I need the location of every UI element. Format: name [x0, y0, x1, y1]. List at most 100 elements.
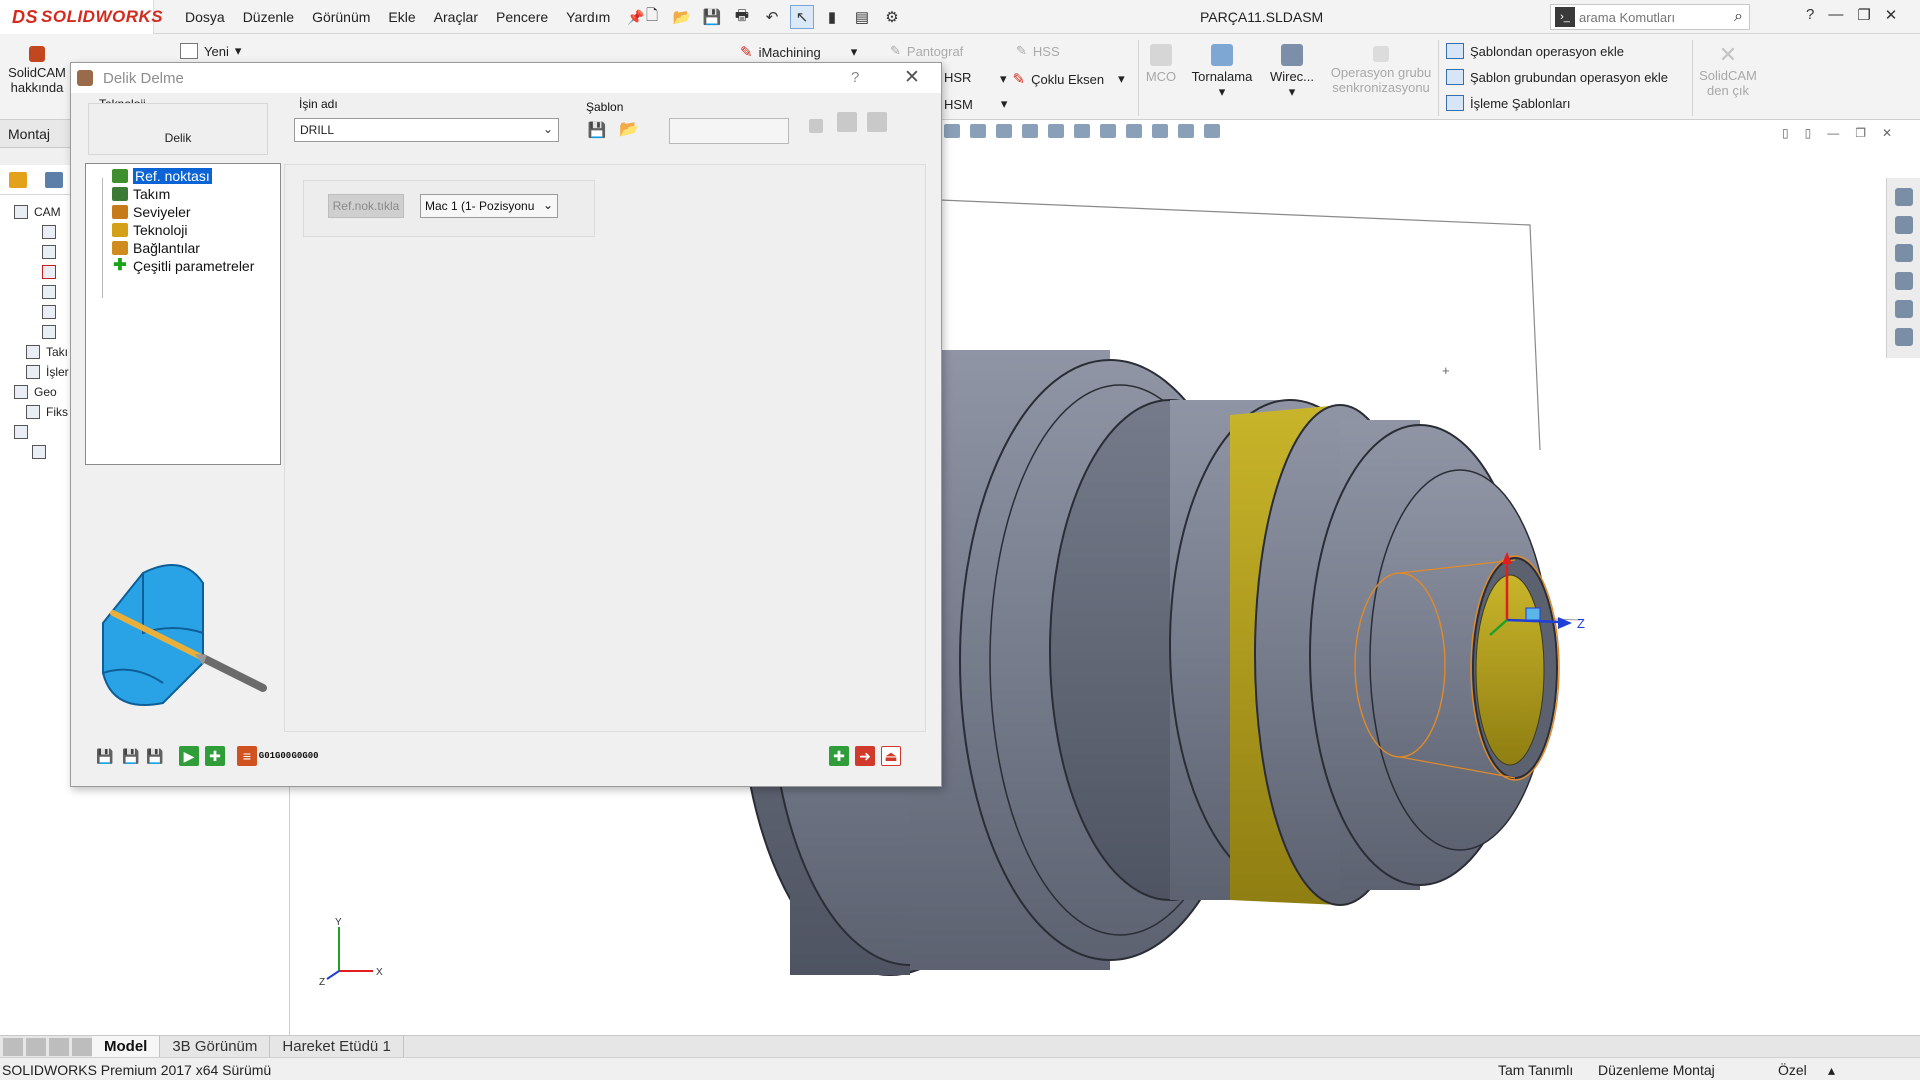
tree-item-tool[interactable]: Takım: [112, 185, 170, 203]
tree-item-misc-params[interactable]: ✚ Çeşitli parametreler: [112, 257, 254, 275]
tab-nav-prev-icon[interactable]: [26, 1037, 46, 1056]
appearances-icon[interactable]: [1894, 300, 1913, 318]
solidcam-manager-tab[interactable]: [0, 165, 36, 195]
new-file-icon[interactable]: 🗋: [640, 5, 664, 29]
solidcam-exit-button[interactable]: ✕ SolidCAM den çık: [1698, 42, 1758, 98]
op-group-sync-button[interactable]: Operasyon grubu senkronizasyonu: [1322, 46, 1440, 95]
tool-library-icon[interactable]: [837, 112, 857, 132]
feature-tree-tab[interactable]: [36, 165, 72, 195]
add-from-template-group-button[interactable]: Şablon grubundan operasyon ekle: [1446, 69, 1668, 85]
montaj-tab[interactable]: Montaj: [0, 120, 72, 148]
search-input[interactable]: [1579, 9, 1709, 25]
menu-dosya[interactable]: Dosya: [176, 9, 234, 25]
tree-item-technology[interactable]: Teknoloji: [112, 221, 187, 239]
tab-nav-first-icon[interactable]: [3, 1037, 23, 1056]
menu-gorunum[interactable]: Görünüm: [303, 9, 379, 25]
mco-button[interactable]: MCO: [1142, 44, 1180, 84]
solidworks-logo[interactable]: DS SOLIDWORKS: [0, 0, 163, 34]
command-search-box[interactable]: ›_ ⌕: [1550, 4, 1750, 30]
undo-icon[interactable]: ↶: [760, 5, 784, 29]
gcode-g0-g00-icon[interactable]: G0 G00: [292, 746, 319, 766]
imachining-button[interactable]: ✎ iMachining ▾: [740, 43, 857, 61]
hsr-button[interactable]: HSR: [944, 70, 971, 85]
minimize-icon[interactable]: —: [1827, 126, 1839, 140]
fm-item[interactable]: [42, 263, 56, 281]
close-icon[interactable]: ✕: [1882, 126, 1892, 140]
file-explorer-icon[interactable]: [1894, 244, 1913, 262]
simulate-icon[interactable]: ▶: [179, 746, 199, 766]
exit-icon[interactable]: ⏏: [881, 746, 901, 766]
open-file-icon[interactable]: 📂: [670, 5, 694, 29]
minimize-icon[interactable]: —: [1828, 6, 1843, 24]
machine-position-select[interactable]: Mac 1 (1- Pozisyonu ⌄: [420, 194, 558, 218]
menu-ekle[interactable]: Ekle: [379, 9, 424, 25]
technology-box[interactable]: Delik: [88, 103, 268, 155]
fm-item-tools[interactable]: Takı: [26, 343, 68, 361]
display-style-icon[interactable]: [1100, 124, 1116, 138]
gcode-g01-g00-icon[interactable]: G01 G00: [259, 746, 291, 766]
status-units[interactable]: Özel: [1778, 1062, 1807, 1078]
save-and-exit-icon[interactable]: ✚: [829, 746, 849, 766]
dialog-help-button[interactable]: ?: [851, 69, 859, 86]
template-save-icon[interactable]: 💾: [588, 121, 607, 139]
print-icon[interactable]: 🖶: [730, 5, 754, 29]
machining-templates-button[interactable]: İşleme Şablonları: [1446, 95, 1570, 111]
fm-item[interactable]: [14, 423, 28, 441]
view-settings-icon[interactable]: [1204, 124, 1220, 138]
save-all-icon[interactable]: 💾: [145, 746, 165, 766]
tab-model[interactable]: Model: [92, 1035, 161, 1058]
fm-item[interactable]: [42, 283, 56, 301]
new-button[interactable]: Yeni ▾: [180, 43, 241, 59]
view-palette-icon[interactable]: [1894, 272, 1913, 290]
fm-item[interactable]: [32, 443, 46, 461]
tab-motion-study[interactable]: Hareket Etüdü 1: [270, 1035, 404, 1058]
tree-item-ref-point[interactable]: Ref. noktası: [112, 167, 212, 185]
save-icon[interactable]: 💾: [95, 746, 115, 766]
save-calculate-icon[interactable]: 💾: [121, 746, 141, 766]
tree-item-levels[interactable]: Seviyeler: [112, 203, 191, 221]
chevron-up-icon[interactable]: ▴: [1828, 1062, 1835, 1079]
pick-tool-icon[interactable]: [867, 112, 887, 132]
multi-axis-button[interactable]: ▾ ✎ Çoklu Eksen ▾: [1000, 70, 1125, 88]
zoom-to-fit-icon[interactable]: [944, 124, 960, 138]
search-icon[interactable]: ⌕: [1734, 8, 1743, 26]
dialog-close-button[interactable]: ✕: [904, 66, 920, 89]
job-name-select[interactable]: DRILL ⌄: [294, 118, 559, 142]
fm-item-cam[interactable]: CAM: [14, 203, 61, 221]
turning-button[interactable]: Tornalama ▾: [1188, 44, 1256, 100]
fm-item[interactable]: [42, 223, 56, 241]
restore-icon[interactable]: ❐: [1855, 126, 1866, 140]
fm-item-fixtures[interactable]: Fiks: [26, 403, 68, 421]
traffic-light-icon[interactable]: ▮: [820, 5, 844, 29]
close-icon[interactable]: ✕: [1885, 6, 1898, 24]
select-pointer-icon[interactable]: ↖: [790, 5, 814, 29]
info-icon[interactable]: [809, 119, 823, 133]
restore-icon[interactable]: ❐: [1857, 6, 1870, 24]
view-orientation-icon[interactable]: [1074, 124, 1090, 138]
tile-left-icon[interactable]: ▯: [1782, 126, 1789, 140]
ref-point-click-button[interactable]: Ref.nok.tıkla: [328, 194, 404, 218]
template-open-folder-icon[interactable]: 📂: [619, 120, 639, 138]
exit-save-icon[interactable]: ➜: [855, 746, 875, 766]
tree-item-links[interactable]: Bağlantılar: [112, 239, 200, 257]
zoom-area-icon[interactable]: [970, 124, 986, 138]
menu-pencere[interactable]: Pencere: [487, 9, 557, 25]
design-library-icon[interactable]: [1894, 216, 1913, 234]
custom-properties-icon[interactable]: [1894, 328, 1913, 346]
fm-item[interactable]: [42, 303, 56, 321]
tab-nav-last-icon[interactable]: [72, 1037, 92, 1056]
dynamic-annotation-icon[interactable]: [1048, 124, 1064, 138]
previous-view-icon[interactable]: [996, 124, 1012, 138]
hsm-button[interactable]: HSM ▾: [944, 96, 1007, 112]
fm-item[interactable]: [42, 323, 56, 341]
tab-nav-next-icon[interactable]: [49, 1037, 69, 1056]
help-icon[interactable]: ?: [1806, 6, 1814, 24]
options-gear-icon[interactable]: ⚙: [880, 5, 904, 29]
tile-right-icon[interactable]: ▯: [1805, 126, 1812, 140]
scene-icon[interactable]: [1178, 124, 1194, 138]
file-properties-icon[interactable]: ▤: [850, 5, 874, 29]
tab-3d-view[interactable]: 3B Görünüm: [160, 1035, 271, 1058]
wire-button[interactable]: Wirec... ▾: [1264, 44, 1320, 100]
home-icon[interactable]: [1894, 188, 1913, 206]
dialog-title-bar[interactable]: Delik Delme ? ✕: [71, 63, 941, 93]
